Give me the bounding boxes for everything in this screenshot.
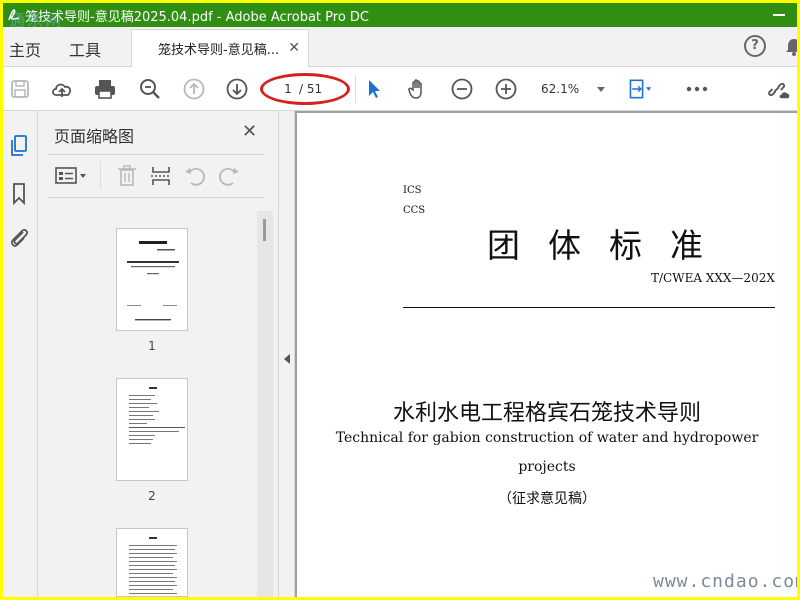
tab-home[interactable]: 主页 (9, 37, 41, 61)
standard-number: T/CWEA XXX—202X (651, 271, 775, 285)
select-cursor-icon[interactable] (361, 76, 387, 102)
english-title-line-2: projects (518, 459, 576, 475)
zoom-search-icon[interactable] (137, 76, 163, 102)
acrobat-window: 笼技术导则-意见稿2025.04.pdf - Adobe Acrobat Pro… (3, 3, 797, 597)
thumbnail-panel: 页面缩略图 ✕ 1 2 (38, 111, 278, 597)
delete-page-icon[interactable] (114, 163, 140, 189)
zoom-select[interactable]: 62.1% (541, 79, 607, 99)
document-view: ICS CCS 团体标准 T/CWEA XXX—202X 水利水电工程格宾石笼技… (295, 111, 797, 597)
draft-label: （征求意见稿） (498, 491, 596, 507)
insert-page-icon[interactable] (148, 163, 174, 189)
thumbnail-label: 1 (148, 339, 156, 353)
site-watermark: www.cndao.com (653, 571, 797, 592)
close-tab-icon[interactable]: ✕ (288, 40, 300, 56)
tab-tools[interactable]: 工具 (69, 37, 101, 61)
document-tab-label: 笼技术导则-意见稿... (158, 43, 280, 58)
chinese-title: 水利水电工程格宾石笼技术导则 (392, 401, 701, 426)
pdf-page: ICS CCS 团体标准 T/CWEA XXX—202X 水利水电工程格宾石笼技… (297, 113, 797, 597)
close-panel-icon[interactable]: ✕ (242, 121, 257, 142)
rotate-right-icon[interactable] (216, 163, 242, 189)
main-toolbar: 1 / 51 62.1% (3, 67, 797, 111)
thumbnail-scrollbar[interactable] (257, 211, 273, 597)
minimize-button[interactable] (771, 3, 789, 27)
panel-divider (48, 197, 264, 198)
page-thumbnails-icon[interactable] (7, 133, 31, 159)
zoom-value: 62.1% (541, 82, 580, 96)
panel-divider (48, 154, 264, 155)
chevron-down-icon (597, 87, 605, 92)
thumbnail-options-icon[interactable] (54, 163, 86, 189)
window-title: 笼技术导则-意见稿2025.04.pdf - Adobe Acrobat Pro… (25, 9, 369, 25)
bookmark-icon[interactable] (7, 181, 31, 207)
panel-title: 页面缩略图 (54, 127, 135, 146)
panel-separator (100, 161, 101, 189)
zoom-in-icon[interactable] (493, 76, 519, 102)
panel-splitter[interactable] (278, 111, 295, 597)
share-link-icon[interactable] (765, 76, 791, 102)
hand-tool-icon[interactable] (405, 76, 431, 102)
previous-page-icon[interactable] (181, 76, 207, 102)
english-title-line-1: Technical for gabion construction of wat… (335, 430, 759, 446)
ics-label: ICS (403, 185, 422, 196)
more-tools-icon[interactable] (684, 76, 710, 102)
help-icon[interactable]: ? (744, 35, 766, 57)
left-rail (3, 111, 38, 597)
page-thumbnail-1[interactable] (116, 228, 188, 331)
highlight-oval (260, 73, 350, 105)
tab-document[interactable]: 笼技术导则-意见稿... ✕ (131, 29, 309, 67)
collapse-arrow-icon[interactable] (284, 354, 290, 364)
attachment-icon[interactable] (7, 225, 31, 251)
save-icon[interactable] (7, 76, 33, 102)
page-thumbnail-2[interactable] (116, 378, 188, 481)
thumbnail-label: 2 (148, 489, 156, 503)
header-rule (403, 307, 775, 308)
standard-title: 团体标准 (487, 226, 731, 265)
page-thumbnail-3[interactable] (116, 528, 188, 597)
zoom-out-icon[interactable] (449, 76, 475, 102)
print-icon[interactable] (92, 76, 118, 102)
toolbar-separator (355, 75, 356, 103)
scrollbar-handle[interactable] (263, 219, 266, 241)
ccs-label: CCS (403, 205, 426, 216)
upload-cloud-icon[interactable] (49, 76, 75, 102)
page-fit-icon[interactable] (627, 76, 653, 102)
title-bar: 笼技术导则-意见稿2025.04.pdf - Adobe Acrobat Pro… (3, 3, 797, 27)
tab-bar: 主页 工具 笼技术导则-意见稿... ✕ ? (3, 27, 797, 67)
next-page-icon[interactable] (224, 76, 250, 102)
bell-icon[interactable] (783, 36, 797, 58)
rotate-left-icon[interactable] (182, 163, 208, 189)
